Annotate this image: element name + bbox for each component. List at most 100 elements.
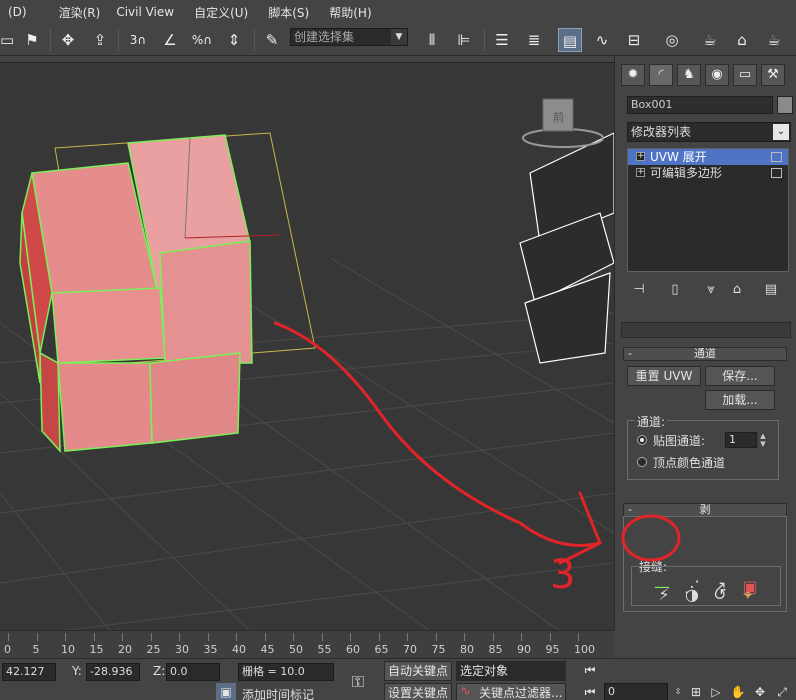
material-editor-icon[interactable]: ◎ (660, 28, 684, 52)
selected-object-dropdown[interactable]: 选定对象 (456, 661, 566, 681)
channel-rollout-header[interactable]: - 通道 (623, 347, 787, 361)
timeline-tick (578, 633, 579, 641)
render-frame-icon[interactable]: ⌂ (730, 28, 754, 52)
go-to-start-icon[interactable]: ⏮ (580, 661, 600, 679)
display-tab[interactable]: ▭ (733, 64, 757, 86)
map-channel-spinner[interactable]: 1 ▲ ▼ (725, 432, 766, 448)
angle-snap-icon[interactable]: ∠ (158, 28, 182, 52)
move-icon[interactable]: ✥ (56, 28, 80, 52)
maximize-viewport-icon[interactable]: ⤢ (772, 683, 792, 700)
timeline-tick (122, 633, 123, 641)
point-to-point-seam-icon[interactable]: ⋰ (681, 576, 703, 598)
edge-seam-icon[interactable]: — (651, 576, 673, 598)
scene-explorer-icon[interactable]: ≣ (522, 28, 546, 52)
status-bar: 42.127 Y: -28.936 Z: 0.0 栅格 = 10.0 ⚿ 自动关… (0, 658, 796, 700)
wireframe-box (519, 132, 614, 364)
toolbar-divider (118, 29, 119, 51)
pin-stack-icon[interactable]: ⊣ (629, 282, 649, 300)
rollout-scroll-strip (621, 322, 791, 338)
named-selection-set-dropdown[interactable]: 创建选择集 ▼ (290, 28, 408, 46)
create-tab[interactable]: ✹ (621, 64, 645, 86)
menu-item-customize[interactable]: 自定义(U) (186, 4, 256, 21)
add-time-tag-label[interactable]: 添加时间标记 (242, 686, 314, 700)
auto-key-button[interactable]: 自动关键点 (384, 661, 452, 681)
peel-rollout-title: 剥 (699, 503, 711, 516)
edit-named-selection-icon[interactable]: ✎ (260, 28, 284, 52)
key-filters-button[interactable]: 关键点过滤器... (456, 683, 566, 700)
stack-item-editable-poly[interactable]: + 可编辑多边形 (628, 165, 788, 181)
peel-rollout-header[interactable]: - 剥 (623, 503, 787, 517)
make-unique-icon[interactable]: ⩔ (701, 282, 721, 300)
y-label: Y: (72, 664, 82, 678)
timeline-tick-label: 70 (403, 643, 417, 656)
object-name-field[interactable]: Box001 (627, 96, 773, 114)
schematic-view-icon[interactable]: ⊟ (622, 28, 646, 52)
timeline-tick (464, 633, 465, 641)
seams-to-edge-sel-icon[interactable]: ▣ (739, 576, 761, 598)
load-button[interactable]: 加载... (705, 390, 775, 410)
spinner-arrows-icon[interactable]: ⇳ (668, 683, 688, 700)
perspective-viewport[interactable]: 前 3 (0, 62, 614, 630)
timeline-tick (65, 633, 66, 641)
key-mode-icon[interactable]: ⚿ (348, 673, 368, 691)
current-frame-field[interactable]: 0 (604, 683, 668, 700)
z-coordinate-field[interactable]: 0.0 (166, 663, 220, 681)
modify-tab[interactable]: ◜ (649, 64, 673, 86)
mirror-icon[interactable]: ⫴ (420, 28, 444, 52)
expand-icon[interactable]: + (636, 152, 645, 161)
show-end-result-icon[interactable]: ▯ (665, 282, 685, 300)
timeline-ruler[interactable]: 0 5 10 15 20 25 30 35 40 45 50 55 60 65 70 75 80 85 90 95 10… (0, 630, 614, 658)
remove-modifier-icon[interactable]: ⌂ (727, 282, 747, 300)
modifier-list-dropdown[interactable]: 修改器列表 ⌄ (627, 122, 791, 142)
timeline-tick-label: 45 (260, 643, 275, 656)
menu-item-d[interactable]: (D) (0, 5, 35, 19)
menu-item-civil-view[interactable]: Civil View (108, 5, 182, 19)
configure-modifier-sets-icon[interactable]: ▤ (761, 282, 781, 300)
channel-rollout-title: 通道 (694, 347, 716, 360)
x-coordinate-field[interactable]: 42.127 (2, 663, 56, 681)
reset-uvw-button[interactable]: 重置 UVW (627, 366, 701, 386)
z-label: Z: (153, 664, 166, 678)
go-to-start-icon-2[interactable]: ⏮ (580, 683, 600, 700)
align-icon[interactable]: ⊫ (452, 28, 476, 52)
hierarchy-tab[interactable]: ♞ (677, 64, 701, 86)
map-channel-label: 贴图通道: (653, 434, 706, 448)
timeline-tick-label: 5 (32, 643, 40, 656)
pan-hand-icon[interactable]: ✋ (728, 683, 748, 700)
menu-item-help[interactable]: 帮助(H) (321, 4, 379, 21)
save-button[interactable]: 保存... (705, 366, 775, 386)
field-of-view-icon[interactable]: ▷ (706, 683, 726, 700)
object-color-swatch[interactable] (777, 96, 793, 114)
ribbon-toggle-icon[interactable]: ▤ (558, 28, 582, 52)
select-link-icon[interactable]: ⚑ (20, 28, 44, 52)
stack-item-uvw-unwrap[interactable]: + UVW 展开 (628, 149, 788, 165)
vertex-color-radio[interactable] (637, 457, 647, 467)
menu-item-script[interactable]: 脚本(S) (260, 4, 317, 21)
spinner-snap-icon[interactable]: ⇕ (222, 28, 246, 52)
set-key-button[interactable]: 设置关键点 (384, 683, 452, 700)
spinner-arrows-icon[interactable]: ▲ ▼ (758, 432, 768, 448)
render-setup-icon[interactable]: ☕ (698, 28, 722, 52)
map-channel-radio[interactable] (637, 435, 647, 445)
snap-3d-icon[interactable]: 3∩ (126, 28, 150, 52)
utilities-tab[interactable]: ⚒ (761, 64, 785, 86)
expand-icon[interactable]: + (636, 168, 645, 177)
percent-snap-icon[interactable]: %∩ (190, 28, 214, 52)
menu-item-render[interactable]: 渲染(R) (51, 4, 109, 21)
layer-manager-icon[interactable]: ☰ (490, 28, 514, 52)
curve-editor-icon[interactable]: ∿ (590, 28, 614, 52)
motion-tab[interactable]: ◉ (705, 64, 729, 86)
time-tag-icon[interactable]: ▣ (216, 683, 236, 700)
toolbar-divider (254, 29, 255, 51)
timeline-tick-label: 40 (232, 643, 246, 656)
select-region-icon[interactable]: ▭ (0, 28, 14, 52)
render-icon[interactable]: ☕ (762, 28, 786, 52)
timeline-tick-label: 60 (346, 643, 360, 656)
place-icon[interactable]: ⇪ (88, 28, 112, 52)
orbit-icon[interactable]: ✥ (750, 683, 770, 700)
edge-sel-to-seam-icon[interactable]: ↗ (709, 576, 731, 598)
zoom-extents-icon[interactable]: ⊞ (686, 683, 706, 700)
y-coordinate-field[interactable]: -28.936 (86, 663, 140, 681)
timeline-tick-label: 35 (203, 643, 218, 656)
chevron-down-icon: ⌄ (773, 124, 789, 140)
